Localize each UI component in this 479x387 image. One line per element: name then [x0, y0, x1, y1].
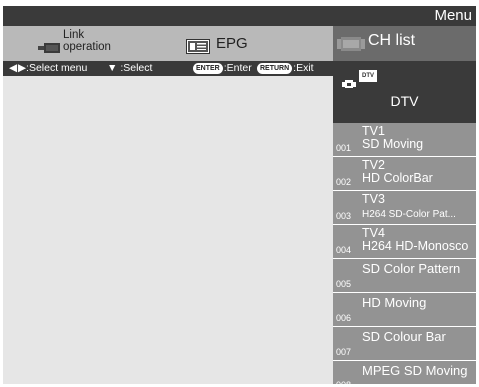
channel-item[interactable]: TV4 H264 HD-Monosco 004 — [333, 225, 476, 260]
channel-number: 002 — [336, 177, 352, 187]
channel-item[interactable]: TV1 SD Moving 001 — [333, 123, 476, 158]
menu-tab-link-operation[interactable]: Link operation — [33, 28, 153, 60]
channel-number: 006 — [336, 313, 352, 323]
enter-key-icon: ENTER — [193, 63, 223, 74]
channel-number: 004 — [336, 245, 352, 255]
epg-icon — [186, 39, 210, 59]
channel-number: 001 — [336, 143, 352, 153]
channel-name: MPEG SD Moving — [362, 363, 468, 378]
help-exit: RETURN:Exit — [257, 61, 314, 76]
channel-program: H264 HD-Monosco — [362, 239, 469, 253]
source-panel: DTV DTV — [333, 61, 476, 123]
help-select-menu-text: :Select menu — [26, 62, 88, 74]
channel-item[interactable]: SD Color Pattern 005 — [333, 259, 476, 294]
channel-program: HD ColorBar — [362, 171, 433, 185]
channel-item[interactable]: TV2 HD ColorBar 002 — [333, 157, 476, 192]
channel-item[interactable]: HD Moving 006 — [333, 293, 476, 328]
content-area — [3, 76, 333, 384]
window-title: Menu — [434, 7, 472, 24]
channel-item[interactable]: TV3 H264 SD-Color Pat... 003 — [333, 191, 476, 226]
arrow-left-right-icon: ◀ ▶ — [9, 62, 27, 74]
help-select: ▼ :Select — [107, 61, 152, 76]
ch-list-label: CH list — [368, 32, 416, 49]
channel-item[interactable]: MPEG SD Moving 008 — [333, 361, 476, 384]
channel-program: H264 SD-Color Pat... — [362, 209, 456, 220]
menu-tab-epg[interactable]: EPG — [186, 28, 286, 60]
channel-name: TV3 — [362, 192, 385, 206]
source-name: DTV — [390, 93, 419, 109]
help-select-text: :Select — [120, 62, 153, 74]
menu-bar: Link operation EPG — [3, 26, 333, 61]
antenna-icon — [342, 75, 356, 93]
link-operation-label: Link operation — [63, 29, 111, 53]
epg-label: EPG — [216, 35, 248, 52]
channel-item[interactable]: SD Colour Bar 007 — [333, 327, 476, 362]
channel-name: SD Color Pattern — [362, 261, 461, 276]
help-exit-text: :Exit — [293, 62, 314, 74]
return-key-icon: RETURN — [257, 63, 293, 74]
help-bar: ◀ ▶:Select menu ▼ :Select ENTER:Enter RE… — [3, 61, 333, 76]
title-bar: Menu — [3, 6, 476, 26]
help-enter-text: :Enter — [223, 62, 252, 74]
channel-list: TV1 SD Moving 001 TV2 HD ColorBar 002 TV… — [333, 123, 476, 384]
arrow-down-icon: ▼ — [107, 62, 121, 74]
channel-name: HD Moving — [362, 295, 427, 310]
channel-name: SD Colour Bar — [362, 329, 446, 344]
menu-tab-ch-list[interactable]: CH list — [333, 26, 476, 61]
menu-window: Menu Link operation EPG CH list ◀ ▶:Sele… — [3, 6, 476, 384]
channel-number: 005 — [336, 279, 352, 289]
ch-list-icon — [337, 37, 365, 56]
channel-number: 007 — [336, 347, 352, 357]
help-select-menu: ◀ ▶:Select menu — [9, 61, 87, 76]
channel-program: SD Moving — [362, 137, 424, 151]
channel-number: 003 — [336, 211, 352, 221]
dtv-badge: DTV — [359, 70, 377, 82]
channel-number: 008 — [336, 380, 351, 384]
link-operation-icon — [38, 40, 62, 58]
help-enter: ENTER:Enter — [193, 61, 252, 76]
